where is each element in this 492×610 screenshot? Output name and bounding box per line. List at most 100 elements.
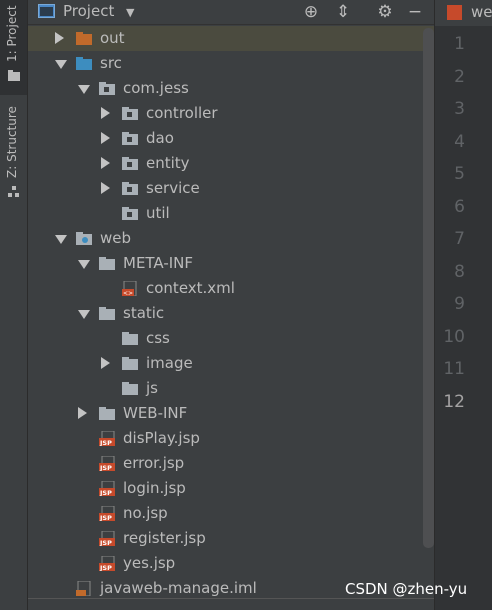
- tree-item[interactable]: JSP register.jsp: [28, 526, 434, 551]
- tree-item-label: disPlay.jsp: [123, 429, 200, 447]
- tree-item-label: src: [100, 54, 122, 72]
- svg-text:JSP: JSP: [99, 539, 112, 546]
- line-number: 9: [454, 294, 465, 314]
- tree-item-label: yes.jsp: [123, 554, 176, 572]
- line-number: 11: [443, 359, 465, 379]
- folder-gray-icon: [122, 357, 138, 370]
- chevron-right-icon[interactable]: [78, 407, 87, 419]
- tree-item-label: error.jsp: [123, 454, 185, 472]
- folder-blue-icon: [76, 57, 92, 70]
- structure-tool-tab[interactable]: Z: Structure: [0, 100, 27, 205]
- tree-item[interactable]: service: [28, 176, 434, 201]
- tree-item-label: META-INF: [123, 254, 194, 272]
- project-tool-tab[interactable]: 1: Project: [0, 0, 27, 95]
- panel-title[interactable]: Project: [63, 2, 114, 20]
- collapse-all-icon[interactable]: ⇕: [332, 1, 354, 23]
- tree-item[interactable]: <> context.xml: [28, 276, 434, 301]
- vertical-scrollbar[interactable]: [423, 28, 434, 548]
- tree-item-label: css: [146, 329, 170, 347]
- folder-gray-icon: [122, 332, 138, 345]
- svg-text:JSP: JSP: [99, 464, 112, 471]
- tree-item[interactable]: entity: [28, 151, 434, 176]
- structure-icon: [8, 186, 19, 197]
- tree-item[interactable]: src: [28, 51, 434, 76]
- tree-item-label: register.jsp: [123, 529, 206, 547]
- line-number: 7: [454, 229, 465, 249]
- editor-tab-label: we: [471, 3, 492, 21]
- tree-item[interactable]: controller: [28, 101, 434, 126]
- jsp-file-icon: JSP: [99, 506, 115, 521]
- line-number: 8: [454, 261, 465, 282]
- tree-item[interactable]: js: [28, 376, 434, 401]
- svg-text:<>: <>: [123, 290, 133, 296]
- folder-gray-icon: [122, 382, 138, 395]
- chevron-right-icon[interactable]: [55, 32, 64, 44]
- tree-item[interactable]: JSP error.jsp: [28, 451, 434, 476]
- chevron-right-icon[interactable]: [101, 357, 110, 369]
- chevron-down-icon[interactable]: [78, 310, 90, 319]
- folder-gray-icon: [99, 407, 115, 420]
- project-view-icon: [38, 4, 55, 18]
- line-number: 12: [443, 391, 465, 412]
- tree-item-label: no.jsp: [123, 504, 168, 522]
- package-icon: [122, 207, 138, 220]
- chevron-right-icon[interactable]: [101, 132, 110, 144]
- jsp-file-icon: [447, 5, 462, 20]
- line-number: 3: [454, 99, 465, 119]
- crosshair-icon[interactable]: ⊕: [300, 1, 322, 23]
- structure-tool-tab-label: Z: Structure: [5, 106, 19, 178]
- tree-item-label: dao: [146, 129, 174, 147]
- tree-item-label: service: [146, 179, 200, 197]
- svg-text:JSP: JSP: [99, 514, 112, 521]
- tree-item[interactable]: dao: [28, 126, 434, 151]
- tree-item[interactable]: util: [28, 201, 434, 226]
- tree-item[interactable]: com.jess: [28, 76, 434, 101]
- package-icon: [122, 107, 138, 120]
- minimize-icon[interactable]: −: [404, 1, 426, 23]
- chevron-right-icon[interactable]: [101, 107, 110, 119]
- line-number: 4: [454, 131, 465, 152]
- editor-tab[interactable]: we: [434, 0, 492, 26]
- chevron-down-icon[interactable]: [55, 235, 67, 244]
- tree-item-label: login.jsp: [123, 479, 186, 497]
- tree-item[interactable]: META-INF: [28, 251, 434, 276]
- folder-gray-icon: [99, 307, 115, 320]
- tree-item-label: web: [100, 229, 132, 247]
- chevron-right-icon[interactable]: [101, 182, 110, 194]
- jsp-file-icon: JSP: [99, 556, 115, 571]
- jsp-file-icon: JSP: [99, 431, 115, 446]
- tree-item-label: context.xml: [146, 279, 235, 297]
- chevron-down-icon[interactable]: [78, 260, 90, 269]
- svg-text:JSP: JSP: [99, 489, 112, 496]
- tree-item-label: entity: [146, 154, 190, 172]
- tree-item[interactable]: out: [28, 26, 434, 51]
- jsp-file-icon: JSP: [99, 531, 115, 546]
- tool-window-strip: 1: Project Z: Structure: [0, 0, 28, 610]
- tree-item[interactable]: static: [28, 301, 434, 326]
- chevron-down-icon[interactable]: [78, 85, 90, 94]
- tree-item-label: static: [123, 304, 165, 322]
- tree-item[interactable]: web: [28, 226, 434, 251]
- gear-icon[interactable]: ⚙: [374, 1, 396, 23]
- tree-item[interactable]: css: [28, 326, 434, 351]
- project-tool-tab-label: 1: Project: [5, 5, 19, 62]
- tree-item[interactable]: image: [28, 351, 434, 376]
- folder-icon: [8, 70, 20, 81]
- chevron-down-icon[interactable]: ▼: [126, 6, 134, 19]
- tree-item[interactable]: JSP login.jsp: [28, 476, 434, 501]
- tree-item[interactable]: JSP disPlay.jsp: [28, 426, 434, 451]
- tree-item[interactable]: JSP no.jsp: [28, 501, 434, 526]
- tree-item[interactable]: JSP yes.jsp: [28, 551, 434, 576]
- line-number: 2: [454, 66, 465, 87]
- iml-file-icon: [76, 581, 91, 596]
- folder-gray-icon: [99, 257, 115, 270]
- tree-item[interactable]: WEB-INF: [28, 401, 434, 426]
- chevron-down-icon[interactable]: [55, 60, 67, 69]
- chevron-right-icon[interactable]: [101, 157, 110, 169]
- line-number: 6: [454, 196, 465, 217]
- jsp-file-icon: JSP: [99, 481, 115, 496]
- tree-item-label: com.jess: [123, 79, 189, 97]
- folder-orange-icon: [76, 32, 92, 45]
- line-number: 10: [443, 326, 465, 347]
- package-icon: [122, 157, 138, 170]
